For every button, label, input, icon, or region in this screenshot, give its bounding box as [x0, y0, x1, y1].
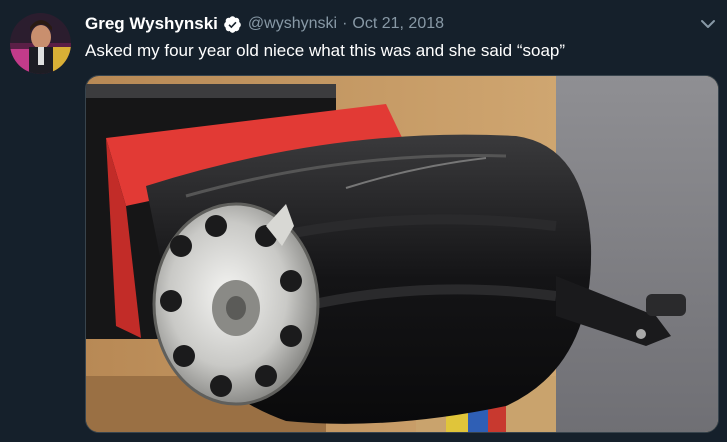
tweet-card[interactable]: Greg Wyshynski @wyshynski · Oct 21, 2018…: [0, 0, 727, 442]
tweet-header: Greg Wyshynski @wyshynski · Oct 21, 2018: [85, 13, 687, 35]
tweet-text: Asked my four year old niece what this w…: [85, 41, 566, 60]
author-avatar[interactable]: [10, 13, 71, 74]
author-name[interactable]: Greg Wyshynski: [85, 14, 218, 34]
verified-badge-icon: [223, 15, 242, 34]
tweet-photo[interactable]: [85, 75, 719, 433]
author-handle[interactable]: @wyshynski: [248, 15, 337, 33]
chevron-down-icon[interactable]: [697, 13, 719, 35]
separator-dot: ·: [342, 15, 348, 32]
tweet-date[interactable]: Oct 21, 2018: [352, 15, 444, 33]
